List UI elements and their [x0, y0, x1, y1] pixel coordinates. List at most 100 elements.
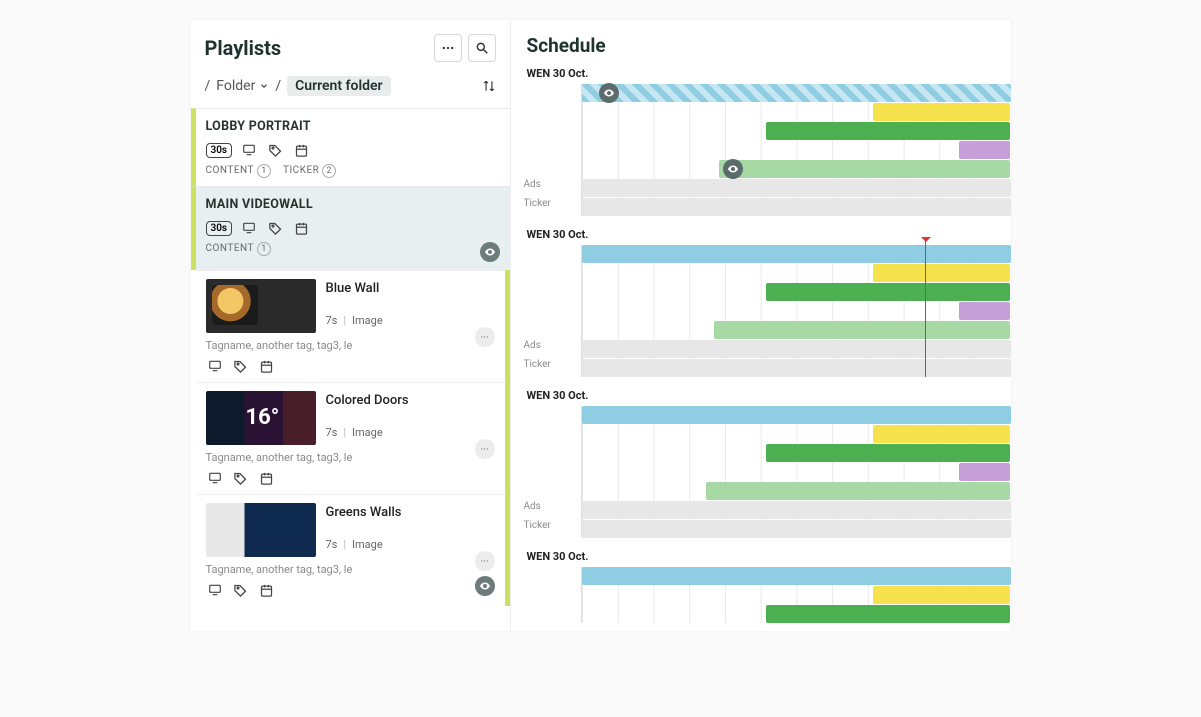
- item-more-button[interactable]: ···: [475, 327, 495, 347]
- ticker-label: TICKER2: [283, 164, 336, 178]
- schedule-bar[interactable]: [766, 122, 1011, 140]
- breadcrumb-current[interactable]: Current folder: [287, 76, 390, 96]
- more-icon: [441, 41, 455, 55]
- schedule-bar[interactable]: [719, 160, 1011, 178]
- playlist-duration: 30s: [206, 221, 233, 236]
- calendar-icon: [292, 220, 310, 236]
- playlist-duration: 30s: [206, 143, 233, 158]
- schedule-chip[interactable]: [599, 83, 619, 103]
- schedule-day-label: WEN 30 Oct.: [511, 63, 1011, 84]
- schedule-timeline[interactable]: AdsTicker: [581, 84, 1011, 216]
- schedule-bar[interactable]: [873, 586, 1010, 604]
- playlist-item[interactable]: Colored Doors 7s|Image Tagname, another …: [196, 382, 505, 494]
- item-meta: 7s|Image: [326, 538, 495, 551]
- schedule-row-label: Ads: [524, 501, 541, 512]
- schedule-row-label: Ticker: [524, 520, 551, 531]
- search-icon: [475, 41, 489, 55]
- item-meta: 7s|Image: [326, 314, 495, 327]
- schedule-bar[interactable]: [959, 463, 1010, 481]
- schedule-bar[interactable]: [959, 302, 1010, 320]
- screen-icon[interactable]: [206, 582, 224, 598]
- screen-icon[interactable]: [206, 470, 224, 486]
- schedule-timeline[interactable]: AdsTicker: [581, 406, 1011, 538]
- calendar-icon[interactable]: [258, 582, 276, 598]
- item-thumbnail: [206, 391, 316, 445]
- playlist-item[interactable]: Greens Walls 7s|Image Tagname, another t…: [196, 494, 505, 606]
- schedule-bar[interactable]: [582, 406, 1011, 424]
- schedule-day: WEN 30 Oct.AdsTicker: [511, 63, 1011, 216]
- screen-icon[interactable]: [206, 358, 224, 374]
- item-thumbnail: [206, 503, 316, 557]
- schedule-bar[interactable]: [582, 198, 1011, 216]
- schedule-panel: Schedule WEN 30 Oct.AdsTickerWEN 30 Oct.…: [511, 20, 1011, 631]
- schedule-row-label: Ticker: [524, 359, 551, 370]
- playlist-item[interactable]: Blue Wall 7s|Image Tagname, another tag,…: [196, 270, 505, 382]
- schedule-chip[interactable]: [723, 159, 743, 179]
- schedule-bar[interactable]: [873, 264, 1010, 282]
- schedule-day-label: WEN 30 Oct.: [511, 546, 1011, 567]
- tag-icon[interactable]: [232, 358, 250, 374]
- schedule-bar[interactable]: [582, 245, 1011, 263]
- sort-button[interactable]: [482, 79, 496, 93]
- playlist-properties: 30s: [206, 220, 500, 236]
- schedule-row: [582, 444, 1011, 462]
- item-thumbnail: [206, 279, 316, 333]
- item-visibility-button[interactable]: [475, 576, 495, 596]
- calendar-icon[interactable]: [258, 358, 276, 374]
- schedule-row-label: Ticker: [524, 198, 551, 209]
- schedule-bar[interactable]: [582, 501, 1011, 519]
- playlist-visibility-button[interactable]: [480, 242, 500, 262]
- schedule-day-label: WEN 30 Oct.: [511, 385, 1011, 406]
- schedule-timeline[interactable]: [581, 567, 1011, 623]
- breadcrumb-folder[interactable]: Folder: [216, 78, 269, 94]
- schedule-bar[interactable]: [766, 605, 1011, 623]
- schedule-bar[interactable]: [766, 444, 1011, 462]
- schedule-row-label: Ads: [524, 179, 541, 190]
- playlist-card[interactable]: MAIN VIDEOWALL 30s CONTENT1: [191, 186, 510, 270]
- chevron-down-icon: [259, 81, 269, 91]
- schedule-row: [582, 605, 1011, 623]
- schedule-row: [582, 567, 1011, 585]
- schedule-bar[interactable]: [706, 482, 1011, 500]
- playlist-counts: CONTENT1: [206, 242, 500, 262]
- app-root: Playlists / Folder / Current folder: [191, 20, 1011, 631]
- sort-icon: [482, 79, 496, 93]
- schedule-bar[interactable]: [582, 520, 1011, 538]
- calendar-icon[interactable]: [258, 470, 276, 486]
- schedule-row: [582, 103, 1011, 121]
- schedule-bar[interactable]: [873, 103, 1010, 121]
- tag-icon[interactable]: [232, 470, 250, 486]
- schedule-bar[interactable]: [766, 283, 1011, 301]
- schedule-row: [582, 264, 1011, 282]
- item-more-button[interactable]: ···: [475, 551, 495, 571]
- schedule-bar[interactable]: [582, 340, 1011, 358]
- playlists-panel: Playlists / Folder / Current folder: [191, 20, 511, 631]
- item-title: Colored Doors: [326, 393, 495, 408]
- tag-icon[interactable]: [232, 582, 250, 598]
- schedule-bar[interactable]: [582, 359, 1011, 377]
- breadcrumb-folder-label: Folder: [216, 78, 255, 94]
- schedule-row: [582, 321, 1011, 339]
- playlist-card[interactable]: LOBBY PORTRAIT 30s CONTENT1TICKER2: [191, 108, 510, 186]
- schedule-timeline[interactable]: AdsTicker: [581, 245, 1011, 377]
- schedule-bar[interactable]: [582, 179, 1011, 197]
- more-button[interactable]: [434, 34, 462, 62]
- schedule-day-label: WEN 30 Oct.: [511, 224, 1011, 245]
- schedule-row: Ticker: [582, 359, 1011, 377]
- item-tags: Tagname, another tag, tag3, le: [206, 451, 495, 464]
- schedule-bar[interactable]: [582, 84, 1011, 102]
- schedule-bar[interactable]: [714, 321, 1010, 339]
- playlist-items: Blue Wall 7s|Image Tagname, another tag,…: [191, 270, 510, 606]
- search-button[interactable]: [468, 34, 496, 62]
- schedule-row: [582, 160, 1011, 178]
- item-more-button[interactable]: ···: [475, 439, 495, 459]
- schedule-bar[interactable]: [959, 141, 1010, 159]
- breadcrumb-root: /: [205, 78, 211, 94]
- schedule-bar[interactable]: [582, 567, 1011, 585]
- playlist-name: LOBBY PORTRAIT: [206, 119, 500, 134]
- schedule-row: Ads: [582, 179, 1011, 197]
- schedule-row: [582, 406, 1011, 424]
- schedule-bar[interactable]: [873, 425, 1010, 443]
- item-title: Blue Wall: [326, 281, 495, 296]
- tag-icon: [266, 220, 284, 236]
